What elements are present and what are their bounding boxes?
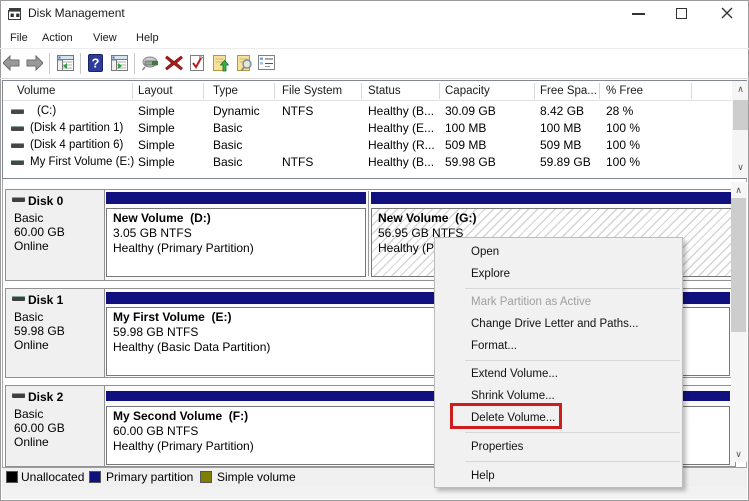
- svg-text:?: ?: [92, 56, 100, 71]
